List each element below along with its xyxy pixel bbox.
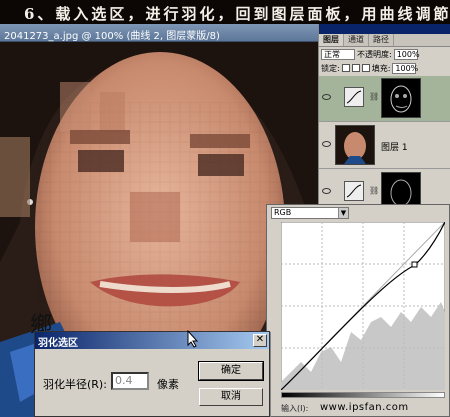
tutorial-banner: 6、载入选区，进行羽化，回到图层面板，用曲线调節: [0, 0, 450, 24]
layer-mask-thumbnail[interactable]: [381, 78, 421, 118]
chain-link-icon[interactable]: ⛓: [369, 186, 379, 195]
layer-photo-thumbnail: [335, 125, 375, 165]
channel-value: RGB: [274, 208, 292, 217]
curves-dialog: RGB ▼ 输入(I):: [266, 204, 450, 417]
blend-mode-select[interactable]: 正常: [321, 48, 355, 60]
panel-titlebar[interactable]: [319, 24, 450, 34]
eye-icon[interactable]: [322, 141, 331, 147]
panel-tabs: 图层 通道 路径: [319, 34, 450, 47]
ok-button[interactable]: 确定: [198, 361, 264, 381]
layer-name: 图层 1: [381, 143, 408, 153]
opacity-input[interactable]: 100%: [393, 48, 420, 60]
curves-adjustment-icon: [344, 181, 364, 201]
unit-label: 像素: [157, 378, 179, 391]
fill-input[interactable]: 100%: [392, 62, 418, 74]
blend-row: 正常 不透明度: 100%: [319, 47, 450, 61]
lock-transparency-icon[interactable]: [341, 64, 350, 72]
cancel-button[interactable]: 取消: [199, 388, 263, 406]
mouse-cursor-icon: [187, 330, 199, 348]
layer-list: ⛓ 图层 1 ⛓: [319, 76, 450, 220]
channel-select[interactable]: RGB ▼: [271, 207, 349, 219]
document-title: 2041273_a.jpg @ 100% (曲线 2, 图层蒙版/8): [4, 31, 220, 42]
input-label: 输入(I):: [281, 404, 309, 413]
lock-label: 锁定:: [321, 63, 340, 73]
feather-radius-label: 羽化半径(R):: [43, 378, 107, 391]
tab-paths[interactable]: 路径: [369, 34, 394, 46]
chain-link-icon[interactable]: ⛓: [369, 92, 379, 101]
watermark-text: www.ipsfan.com: [320, 402, 409, 413]
layer-1[interactable]: 图层 1: [319, 123, 450, 169]
lock-position-icon[interactable]: [361, 64, 370, 72]
input-gradient-bar: [281, 392, 445, 398]
banner-text: 6、载入选区，进行羽化，回到图层面板，用曲线调節: [24, 5, 450, 23]
dialog-title: 羽化选区: [38, 338, 78, 349]
feather-selection-dialog: 羽化选区 ✕ 羽化半径(R): 0.4 像素 确定 取消: [34, 331, 270, 417]
lock-row: 锁定: 填充: 100%: [319, 61, 450, 75]
layers-panel: 图层 通道 路径 正常 不透明度: 100% 锁定: 填充: 100% ⛓ 图层…: [318, 24, 450, 220]
document-titlebar[interactable]: 2041273_a.jpg @ 100% (曲线 2, 图层蒙版/8): [0, 24, 318, 42]
curves-adjustment-icon: [344, 87, 364, 107]
close-icon[interactable]: ✕: [253, 334, 267, 347]
eye-icon[interactable]: [322, 188, 331, 194]
layer-curves-2[interactable]: ⛓: [319, 76, 450, 122]
feather-radius-input[interactable]: 0.4: [111, 372, 149, 390]
eye-icon[interactable]: [322, 94, 331, 100]
lock-image-icon[interactable]: [351, 64, 360, 72]
fill-label: 填充:: [371, 63, 391, 73]
opacity-label: 不透明度:: [357, 49, 392, 59]
tab-layers[interactable]: 图层: [319, 34, 344, 46]
tab-channels[interactable]: 通道: [344, 34, 369, 46]
chevron-down-icon[interactable]: ▼: [338, 208, 348, 218]
dialog-titlebar[interactable]: 羽化选区 ✕: [35, 332, 269, 349]
curve-graph[interactable]: [281, 222, 445, 390]
